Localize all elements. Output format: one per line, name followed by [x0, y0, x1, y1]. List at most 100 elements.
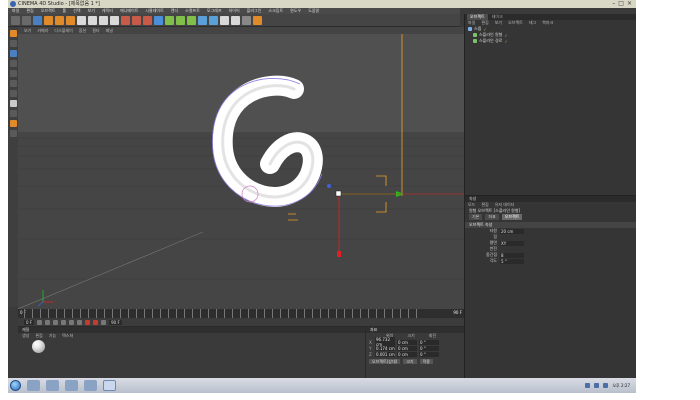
go-to-end-icon[interactable]	[77, 319, 83, 325]
position-z-field[interactable]: 0.001 cm	[375, 351, 395, 357]
points-mode-icon[interactable]	[9, 70, 17, 77]
next-key-icon[interactable]	[69, 319, 75, 325]
ellipse-field[interactable]: 20 cm	[500, 228, 524, 234]
material-menu-item[interactable]: 생성	[22, 333, 29, 339]
object-menu-item[interactable]: 편집	[481, 20, 488, 26]
record-keys-icon[interactable]	[85, 319, 91, 325]
make-editable-icon[interactable]	[9, 30, 17, 37]
language-icon[interactable]	[585, 383, 591, 388]
rotation-p-field[interactable]: 0 °	[419, 345, 439, 351]
texture-mode-icon[interactable]	[9, 50, 17, 57]
z-axis-lock-icon[interactable]	[99, 15, 108, 25]
undo-icon[interactable]	[11, 15, 20, 25]
close-icon[interactable]: ×	[627, 0, 632, 8]
intermediate-points-field[interactable]: 8	[500, 252, 524, 258]
plane-dropdown[interactable]: XY	[500, 240, 524, 246]
viewport-menu-item[interactable]: 옵션	[79, 27, 86, 34]
apply-button[interactable]: 적용	[419, 359, 433, 364]
taskbar-app-office-icon[interactable]	[84, 380, 97, 391]
material-preview-ball[interactable]	[32, 340, 45, 353]
rotation-b-field[interactable]: 0 °	[419, 351, 439, 357]
maximize-icon[interactable]: □	[618, 0, 624, 8]
size-y-field[interactable]: 0 cm	[397, 345, 417, 351]
size-mode-dropdown[interactable]: 크기	[403, 359, 417, 364]
go-to-start-icon[interactable]	[37, 319, 43, 325]
previous-key-icon[interactable]	[45, 319, 51, 325]
enabled-check-icon[interactable]: ✓	[504, 33, 507, 38]
material-menu-item[interactable]: 텍스쳐	[62, 333, 73, 339]
x-axis-lock-icon[interactable]	[77, 15, 86, 25]
viewport-menu-item[interactable]: 패널	[106, 27, 113, 34]
taskbar-app-explorer-icon[interactable]	[46, 380, 59, 391]
redo-icon[interactable]	[22, 15, 31, 25]
subdivision-icon[interactable]	[176, 15, 185, 25]
object-menu-item[interactable]: 북마크	[542, 20, 553, 26]
object-item-path[interactable]: 스플라인 경로 ✓	[465, 38, 636, 44]
start-button[interactable]	[10, 380, 21, 391]
play-backwards-icon[interactable]	[53, 319, 59, 325]
viewport-perspective[interactable]: 보기 카메라 디스플레이 옵션 필터 패널 원근 뷰	[18, 27, 464, 309]
tab-coord[interactable]: 좌표	[485, 214, 499, 220]
live-select-icon[interactable]	[33, 15, 42, 25]
minimize-icon[interactable]: –	[612, 0, 615, 8]
render-picture-viewer-icon[interactable]	[132, 15, 141, 25]
current-frame-field[interactable]: 0 F	[24, 319, 35, 325]
tab-basic[interactable]: 기본	[469, 214, 483, 220]
end-frame-field[interactable]: 90 F	[109, 319, 122, 325]
material-menu-item[interactable]: 편집	[35, 333, 42, 339]
clock[interactable]: 오후 2:27	[612, 383, 630, 389]
array-icon[interactable]	[187, 15, 196, 25]
network-icon[interactable]	[594, 383, 600, 388]
size-z-field[interactable]: 0 cm	[397, 351, 417, 357]
tab-object[interactable]: 오브젝트	[501, 214, 523, 220]
polygons-mode-icon[interactable]	[9, 90, 17, 97]
c4d-logo-icon	[10, 1, 16, 7]
layout-icon[interactable]	[242, 15, 251, 25]
enable-axis-icon[interactable]	[9, 100, 17, 107]
scene-icon[interactable]	[209, 15, 218, 25]
edges-mode-icon[interactable]	[9, 80, 17, 87]
object-menu-item[interactable]: 오브젝트	[508, 20, 523, 26]
play-icon[interactable]	[61, 319, 67, 325]
cube-icon[interactable]	[154, 15, 163, 25]
tweak-icon[interactable]	[9, 110, 17, 117]
enabled-check-icon[interactable]: ✓	[504, 39, 507, 44]
autokey-icon[interactable]	[93, 319, 99, 325]
camera-icon[interactable]	[220, 15, 229, 25]
move-icon[interactable]	[44, 15, 53, 25]
angle-field[interactable]: 5 °	[500, 258, 524, 264]
rotate-icon[interactable]	[66, 15, 75, 25]
enabled-check-icon[interactable]: ✓	[483, 27, 486, 32]
coord-system-icon[interactable]	[110, 15, 119, 25]
light-icon[interactable]	[231, 15, 240, 25]
render-view-icon[interactable]	[121, 15, 130, 25]
viewport-canvas[interactable]	[18, 34, 464, 309]
python-icon[interactable]	[253, 15, 262, 25]
model-mode-icon[interactable]	[9, 40, 17, 47]
keyframe-selection-icon[interactable]	[101, 319, 107, 325]
viewport-menu-item[interactable]: 디스플레이	[54, 27, 72, 34]
taskbar-app-c4d-icon[interactable]	[103, 380, 116, 391]
snap-icon[interactable]	[9, 120, 17, 127]
viewport-menu-item[interactable]: 카메라	[37, 27, 48, 34]
volume-icon[interactable]	[603, 383, 609, 388]
object-relative-dropdown[interactable]: 오브젝트(상대)	[369, 359, 401, 364]
scale-icon[interactable]	[55, 15, 64, 25]
viewport-menu-item[interactable]: 필터	[92, 27, 99, 34]
y-axis-lock-icon[interactable]	[88, 15, 97, 25]
taskbar-app-ie-icon[interactable]	[27, 380, 40, 391]
pen-spline-icon[interactable]	[165, 15, 174, 25]
render-settings-icon[interactable]	[143, 15, 152, 25]
material-menu-item[interactable]: 기능	[49, 333, 56, 339]
workplane-icon[interactable]	[9, 60, 17, 67]
deformer-icon[interactable]	[198, 15, 207, 25]
timeline-ruler[interactable]: 0 F 90 F	[18, 309, 464, 318]
viewport-menu-item[interactable]: 보기	[24, 27, 31, 34]
object-menu-item[interactable]: 보기	[495, 20, 502, 26]
size-x-field[interactable]: 0 cm	[397, 339, 417, 345]
rotation-h-field[interactable]: 0 °	[419, 339, 439, 345]
taskbar-app-media-icon[interactable]	[65, 380, 78, 391]
position-y-field[interactable]: 0.174 cm	[375, 345, 395, 351]
lock-workplane-icon[interactable]	[9, 130, 17, 137]
object-menu-item[interactable]: 태그	[529, 20, 536, 26]
